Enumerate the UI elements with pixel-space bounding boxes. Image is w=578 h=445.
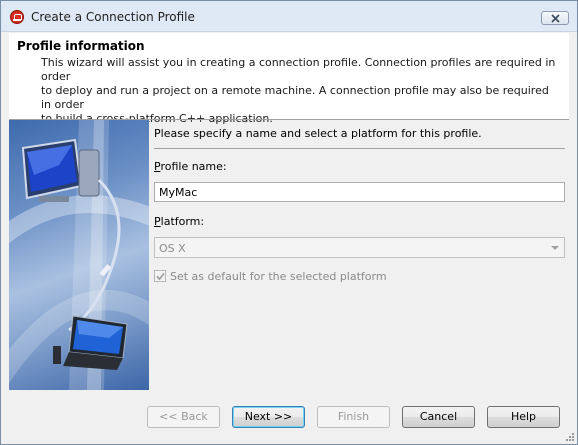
default-platform-checkbox[interactable] — [154, 270, 166, 282]
header-description-line: to deploy and run a project on a remote … — [41, 84, 549, 111]
app-icon — [10, 10, 24, 24]
close-icon — [551, 14, 560, 23]
profile-name-label: Profile name: — [154, 160, 227, 173]
platform-select-value: OS X — [159, 242, 186, 255]
back-button[interactable]: << Back — [147, 406, 220, 428]
header-description: This wizard will assist you in creating … — [41, 56, 561, 126]
wizard-illustration — [9, 120, 149, 390]
content-separator — [154, 148, 565, 149]
next-button[interactable]: Next >> — [232, 406, 305, 428]
finish-button[interactable]: Finish — [317, 406, 390, 428]
platform-select[interactable]: OS X — [154, 237, 565, 258]
header-title: Profile information — [17, 39, 145, 53]
default-platform-checkbox-label: Set as default for the selected platform — [170, 270, 387, 283]
cancel-button[interactable]: Cancel — [402, 406, 475, 428]
header-description-line: This wizard will assist you in creating … — [41, 56, 556, 83]
window-title: Create a Connection Profile — [31, 10, 195, 24]
title-bar[interactable]: Create a Connection Profile — [1, 1, 577, 32]
laptop-monitor-icon — [53, 315, 128, 370]
platform-label-text: Platform: — [154, 215, 205, 228]
close-button[interactable] — [541, 11, 569, 25]
resize-grip-icon[interactable] — [565, 432, 575, 442]
wizard-content: Please specify a name and select a platf… — [149, 120, 569, 390]
help-button[interactable]: Help — [487, 406, 560, 428]
wizard-header: Profile information This wizard will ass… — [9, 33, 569, 125]
dialog-window: Create a Connection Profile Profile info… — [0, 0, 578, 445]
chevron-down-icon — [551, 246, 559, 250]
profile-name-input[interactable]: MyMac — [154, 182, 565, 202]
profile-name-label-text: Profile name: — [154, 160, 227, 173]
instruction-text: Please specify a name and select a platf… — [154, 127, 482, 140]
platform-label: Platform: — [154, 215, 204, 228]
checkmark-icon — [156, 272, 165, 281]
